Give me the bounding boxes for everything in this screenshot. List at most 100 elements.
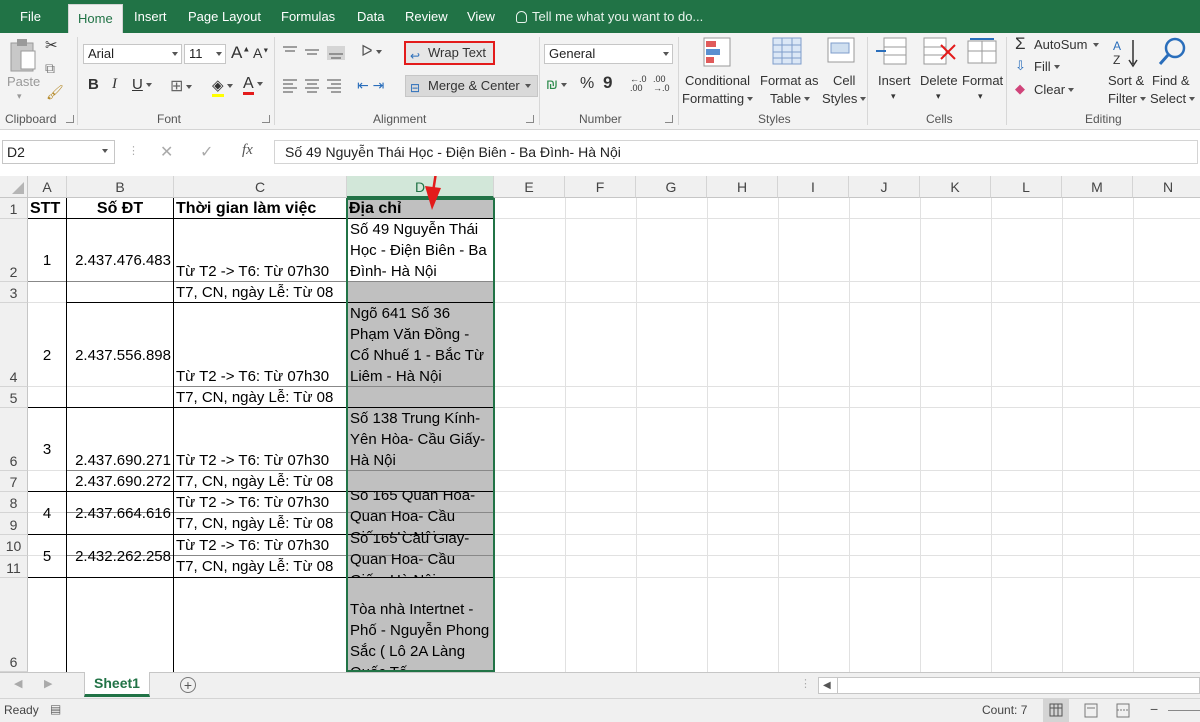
column-header-a[interactable]: A [28,176,67,198]
conditional-formatting-icon[interactable] [703,37,733,69]
column-header-i[interactable]: I [778,176,849,198]
phone-cell[interactable]: 2.437.476.483 [67,219,173,303]
row-header[interactable]: 2 [0,219,28,282]
address-cell[interactable]: Số 49 Nguyễn Thái Học - Điện Biên - Ba Đ… [348,219,494,282]
currency-icon[interactable]: ₪ [546,76,567,92]
zoom-slider[interactable] [1168,710,1200,711]
stt-cell[interactable]: 5 [28,535,66,578]
fill-icon[interactable]: ⇩ [1015,58,1026,74]
tab-view[interactable]: View [467,0,495,33]
zoom-out-icon[interactable]: − [1150,701,1158,717]
fill-color-icon[interactable]: ◈ [212,76,233,97]
normal-view-icon[interactable] [1043,699,1069,722]
phone-cell[interactable]: 2.437.690.271 [67,450,173,471]
time-cell[interactable]: Từ T2 -> T6: Từ 07h30 [174,450,346,471]
decrease-decimal-icon[interactable]: .00 →.0 [653,75,670,93]
cancel-icon[interactable]: ✕ [160,142,173,162]
phone-cell[interactable]: 2.437.664.616 [67,492,173,535]
name-box[interactable]: D2 [2,140,115,164]
column-header-c[interactable]: C [174,176,347,198]
column-header-h[interactable]: H [707,176,778,198]
page-layout-view-icon[interactable] [1078,699,1104,722]
tab-home[interactable]: Home [68,4,123,33]
address-cell[interactable]: Số 165 Cầu Giấy- Quan Hoa- Cầu Giấy- Hà … [348,535,494,578]
column-header-m[interactable]: M [1062,176,1133,198]
row-header[interactable]: 11 [0,556,28,578]
row-header[interactable]: 7 [0,471,28,492]
stt-cell[interactable]: 4 [28,492,66,535]
worksheet-grid[interactable]: A B C D E F G H I J K L M N 1 2 3 4 5 6 … [0,176,1200,672]
time-cell[interactable]: Từ T2 -> T6: Từ 07h30 [174,366,346,387]
increase-decimal-icon[interactable]: ←.0.00 [630,75,647,93]
tab-insert[interactable]: Insert [134,0,167,33]
address-cell[interactable]: Ngõ 641 Số 36 Phạm Văn Đồng - Cổ Nhuế 1 … [348,303,494,387]
time-cell[interactable]: Từ T2 -> T6: Từ 07h30 [174,535,346,556]
insert-function-button[interactable]: fx [242,142,253,159]
formula-input[interactable]: Số 49 Nguyễn Thái Học - Điện Biên - Ba Đ… [274,140,1198,164]
font-launcher-icon[interactable] [262,115,270,123]
address-cell[interactable]: Số 138 Trung Kính- Yên Hòa- Cầu Giấy- Hà… [348,408,494,471]
format-as-table-icon[interactable] [772,37,806,69]
underline-button[interactable]: U [132,76,152,93]
decrease-font-icon[interactable]: A▼ [253,45,269,61]
column-header-d[interactable]: D [347,176,494,198]
fill-button[interactable]: Fill [1034,59,1060,74]
font-color-icon[interactable]: A [243,75,263,95]
address-cell[interactable]: Tòa nhà Intertnet - Phố - Nguyễn Phong S… [348,599,494,672]
italic-button[interactable]: I [112,76,117,93]
phone-cell[interactable]: 2.432.262.258 [67,535,173,578]
time-cell[interactable]: Từ T2 -> T6: Từ 07h30 [174,261,346,282]
add-sheet-icon[interactable]: + [180,677,196,693]
orientation-icon[interactable]: ᐅ [361,42,382,60]
wrap-text-button[interactable]: ↩ Wrap Text [404,41,495,65]
stt-cell[interactable]: 1 [28,219,66,303]
format-cells-icon[interactable] [967,37,1001,67]
column-header-f[interactable]: F [565,176,636,198]
phone-cell[interactable]: 2.437.690.272 [67,471,173,492]
column-header-l[interactable]: L [991,176,1062,198]
tab-data[interactable]: Data [357,0,384,33]
time-cell[interactable]: T7, CN, ngày Lễ: Từ 08 [174,513,346,535]
delete-cells-icon[interactable] [923,37,957,67]
number-launcher-icon[interactable] [665,115,673,123]
scroll-left-icon[interactable]: ◀ [823,680,831,691]
time-cell[interactable]: Từ T2 -> T6: Từ 07h30 [174,492,346,513]
column-header-e[interactable]: E [494,176,565,198]
stt-cell[interactable]: 3 [28,408,66,492]
row-header[interactable]: 3 [0,282,28,303]
row-header[interactable]: 8 [0,492,28,513]
sort-filter-icon[interactable]: A Z [1113,38,1149,70]
clipboard-launcher-icon[interactable] [66,115,74,123]
header-thoi-gian[interactable]: Thời gian làm việc [174,198,346,219]
autosum-icon[interactable]: Σ [1015,34,1026,54]
column-header-g[interactable]: G [636,176,707,198]
find-select-icon[interactable] [1157,36,1191,68]
increase-font-icon[interactable]: A▲ [231,43,250,63]
column-header-k[interactable]: K [920,176,991,198]
indent-icons[interactable]: ⇤ ⇥ [357,77,384,94]
bold-button[interactable]: B [88,76,99,93]
time-cell[interactable]: T7, CN, ngày Lễ: Từ 08 [174,471,346,492]
tab-formulas[interactable]: Formulas [281,0,335,33]
macro-record-icon[interactable]: ▤ [50,702,61,716]
time-cell[interactable]: T7, CN, ngày Lễ: Từ 08 [174,556,346,578]
next-sheet-icon[interactable]: ▶ [44,677,52,690]
clear-button[interactable]: Clear [1034,82,1075,97]
cut-icon[interactable]: ✂ [45,36,58,54]
tab-review[interactable]: Review [405,0,448,33]
column-header-b[interactable]: B [67,176,174,198]
vertical-align-icons[interactable] [283,46,353,60]
time-cell[interactable]: T7, CN, ngày Lễ: Từ 08 [174,387,346,408]
font-name-combo[interactable]: Arial [83,44,182,64]
header-stt[interactable]: STT [28,198,66,219]
row-header[interactable]: 6 [0,408,28,471]
header-so-dt[interactable]: Số ĐT [67,198,173,219]
format-painter-icon[interactable]: 🖌 [46,84,64,101]
row-header[interactable]: 9 [0,513,28,535]
font-size-combo[interactable]: 11 [184,44,226,64]
column-header-j[interactable]: J [849,176,920,198]
autosum-button[interactable]: AutoSum [1034,37,1100,52]
horizontal-align-icons[interactable] [283,79,353,93]
cell-styles-icon[interactable] [827,37,859,69]
copy-icon[interactable]: ⧉ [45,60,55,77]
